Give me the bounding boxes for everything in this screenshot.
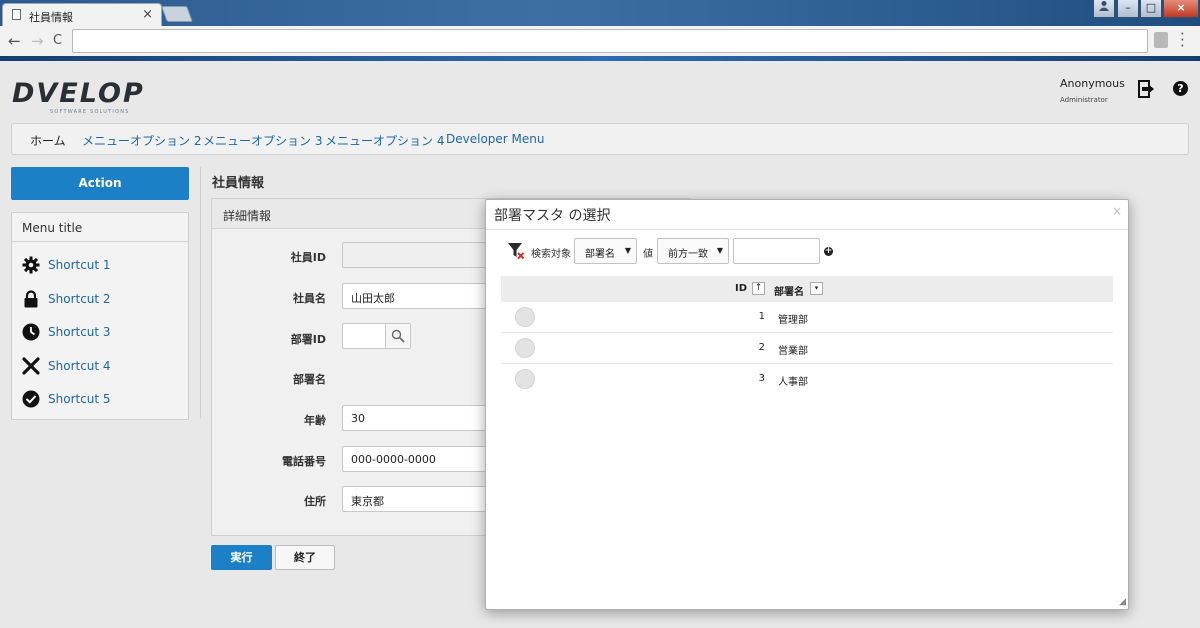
age-label: 年齢 bbox=[304, 414, 326, 427]
row-id: 3 bbox=[758, 373, 765, 384]
address-bar: ← → C bbox=[0, 26, 1200, 56]
url-input[interactable] bbox=[72, 29, 1148, 53]
row-id: 2 bbox=[758, 342, 765, 353]
shortcut-label: Shortcut 1 bbox=[48, 258, 111, 272]
address-label: 住所 bbox=[304, 495, 326, 508]
shortcut-label: Shortcut 5 bbox=[48, 392, 111, 406]
dept-id-label: 部署ID bbox=[290, 333, 326, 346]
back-button[interactable]: ← bbox=[8, 32, 21, 50]
dept-search-button[interactable] bbox=[385, 324, 410, 348]
window-close-button[interactable]: × bbox=[1163, 0, 1199, 18]
row-select-icon[interactable] bbox=[515, 369, 535, 389]
clock-icon bbox=[22, 323, 40, 341]
search-value-input[interactable] bbox=[733, 238, 820, 264]
sidebar-divider bbox=[200, 167, 201, 419]
logo: DVELOP SOFTWARE SOLUTIONS bbox=[12, 78, 145, 115]
row-name: 人事部 bbox=[778, 377, 808, 388]
column-menu-icon[interactable]: ▾ bbox=[810, 282, 823, 295]
check-circle-icon bbox=[22, 390, 40, 408]
match-mode-select[interactable]: 前方一致 ▼ bbox=[657, 238, 729, 264]
shortcut-2[interactable]: Shortcut 2 bbox=[22, 289, 182, 309]
reload-button[interactable]: C bbox=[53, 33, 62, 48]
shortcut-label: Shortcut 2 bbox=[48, 292, 111, 306]
pdf-extension-icon[interactable] bbox=[1154, 32, 1168, 48]
help-icon[interactable]: ? bbox=[1173, 81, 1188, 96]
user-name: Anonymous bbox=[1060, 77, 1125, 90]
phone-label: 電話番号 bbox=[282, 455, 326, 468]
grid-header: ID ↑ 部署名 ▾ bbox=[501, 276, 1113, 302]
menu-item-option-3[interactable]: メニューオプション 3 bbox=[203, 132, 322, 149]
row-select-icon[interactable] bbox=[515, 338, 535, 358]
menu-item-option-4[interactable]: メニューオプション 4 bbox=[325, 132, 444, 149]
chevron-down-icon: ▼ bbox=[716, 246, 723, 255]
end-button[interactable]: 終了 bbox=[275, 545, 335, 570]
row-select-icon[interactable] bbox=[515, 307, 535, 327]
user-profile-button[interactable] bbox=[1093, 0, 1115, 18]
minimize-button[interactable]: – bbox=[1117, 0, 1139, 18]
search-target-value: 部署名 bbox=[585, 249, 615, 260]
emp-id-label: 社員ID bbox=[290, 251, 326, 264]
execute-button[interactable]: 実行 bbox=[211, 545, 272, 570]
user-icon bbox=[1099, 1, 1109, 11]
table-row[interactable]: 3 人事部 bbox=[501, 364, 1113, 395]
menu-item-developer[interactable]: Developer Menu bbox=[446, 132, 544, 146]
logo-subtitle: SOFTWARE SOLUTIONS bbox=[50, 109, 130, 115]
search-icon bbox=[391, 329, 405, 343]
header-divider bbox=[0, 56, 1200, 61]
close-icon bbox=[22, 357, 40, 375]
shortcut-panel-title: Menu title bbox=[12, 213, 188, 242]
logo-text: DVELOP bbox=[12, 78, 145, 109]
row-name: 管理部 bbox=[778, 315, 808, 326]
gear-icon bbox=[22, 256, 40, 274]
sort-asc-icon[interactable]: ↑ bbox=[752, 282, 765, 295]
column-header-name[interactable]: 部署名 bbox=[774, 283, 804, 298]
shortcut-3[interactable]: Shortcut 3 bbox=[22, 322, 182, 342]
menu-item-home[interactable]: ホーム bbox=[30, 132, 66, 149]
main-menu: ホーム メニューオプション 2 メニューオプション 3 メニューオプション 4 … bbox=[11, 123, 1189, 155]
value-label: 値 bbox=[643, 249, 653, 260]
column-header-id[interactable]: ID bbox=[735, 283, 747, 294]
tab-close-icon[interactable]: × bbox=[142, 7, 153, 22]
browser-tab-strip: 社員情報 × – □ × bbox=[0, 0, 1200, 26]
search-target-label: 検索対象 bbox=[531, 249, 571, 260]
browser-tab-title: 社員情報 bbox=[29, 11, 73, 24]
match-mode-value: 前方一致 bbox=[668, 249, 708, 260]
search-target-select[interactable]: 部署名 ▼ bbox=[574, 238, 637, 264]
chevron-down-icon: ▼ bbox=[624, 246, 631, 255]
table-row[interactable]: 2 営業部 bbox=[501, 333, 1113, 364]
department-select-dialog: 部署マスタ の選択 × 検索対象 部署名 ▼ 値 前方一致 ▼ + ID ↑ 部… bbox=[485, 199, 1129, 610]
forward-button[interactable]: → bbox=[31, 32, 44, 50]
dialog-close-icon[interactable]: × bbox=[1112, 204, 1122, 218]
row-name: 営業部 bbox=[778, 346, 808, 357]
dialog-divider bbox=[486, 229, 1128, 230]
new-tab-button[interactable] bbox=[161, 6, 193, 22]
filter-clear-icon[interactable] bbox=[507, 242, 525, 260]
dialog-title: 部署マスタ の選択 bbox=[494, 208, 611, 224]
user-role: Administrator bbox=[1060, 96, 1108, 104]
dept-id-field[interactable] bbox=[342, 323, 411, 349]
menu-item-option-2[interactable]: メニューオプション 2 bbox=[82, 132, 201, 149]
logout-icon[interactable] bbox=[1138, 80, 1154, 98]
maximize-button[interactable]: □ bbox=[1140, 0, 1162, 18]
add-condition-icon[interactable]: + bbox=[824, 247, 833, 256]
browser-tab[interactable]: 社員情報 × bbox=[2, 3, 162, 26]
shortcut-1[interactable]: Shortcut 1 bbox=[22, 255, 182, 275]
resize-handle-icon[interactable]: ◢ bbox=[1119, 597, 1126, 607]
shortcut-4[interactable]: Shortcut 4 bbox=[22, 356, 182, 376]
page-title: 社員情報 bbox=[212, 176, 265, 191]
document-icon bbox=[12, 9, 21, 20]
row-id: 1 bbox=[758, 311, 765, 322]
action-button[interactable]: Action bbox=[11, 167, 189, 200]
shortcut-panel: Menu title Shortcut 1 Shortcut 2 Shortcu… bbox=[11, 212, 189, 420]
dept-name-label: 部署名 bbox=[293, 373, 326, 386]
shortcut-5[interactable]: Shortcut 5 bbox=[22, 389, 182, 409]
shortcut-label: Shortcut 4 bbox=[48, 359, 111, 373]
table-row[interactable]: 1 管理部 bbox=[501, 302, 1113, 333]
browser-menu-icon[interactable]: · · · bbox=[1180, 27, 1185, 54]
lock-icon bbox=[24, 290, 38, 308]
shortcut-label: Shortcut 3 bbox=[48, 325, 111, 339]
emp-name-label: 社員名 bbox=[293, 292, 326, 305]
